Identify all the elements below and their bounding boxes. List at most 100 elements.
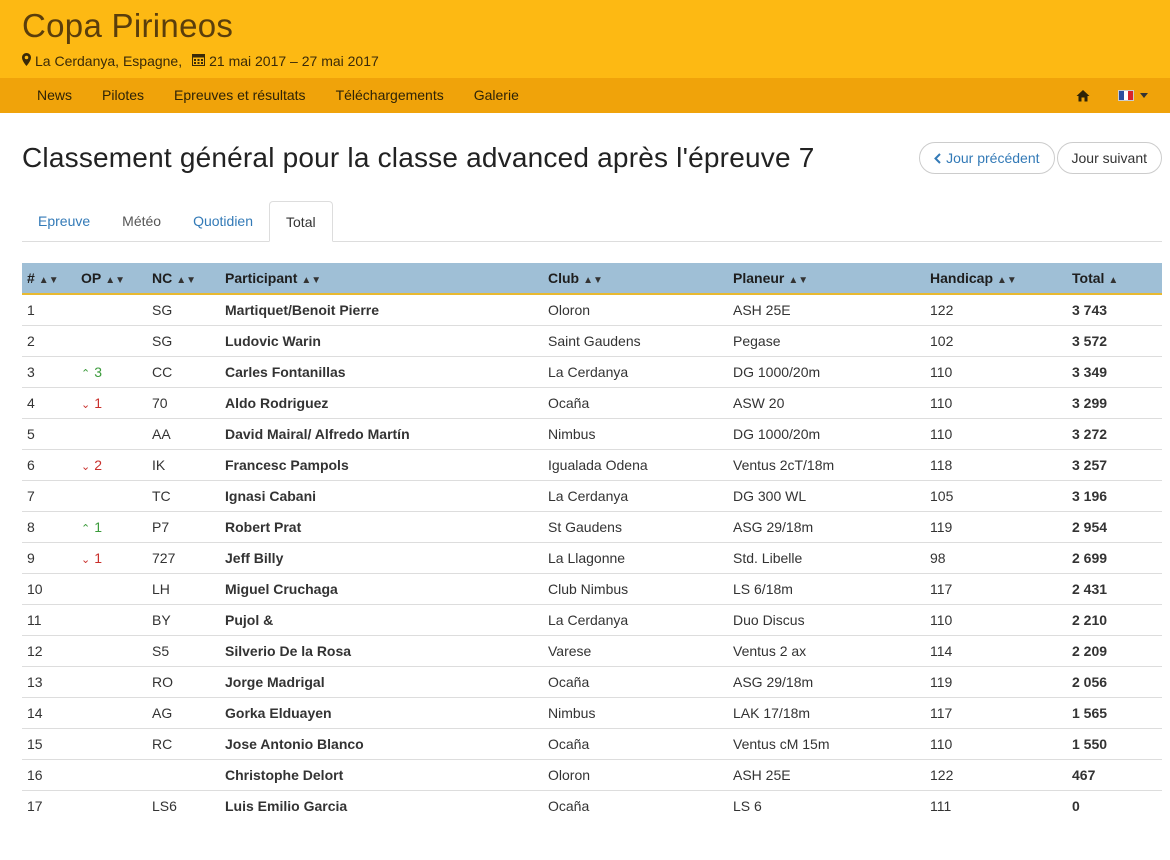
nc-cell: RO xyxy=(147,665,220,697)
chevron-down-icon: ⌄ xyxy=(81,553,91,566)
rank-cell: 12 xyxy=(22,634,76,666)
main-navbar: News Pilotes Epreuves et résultats Téléc… xyxy=(0,78,1170,113)
op-cell xyxy=(76,479,147,511)
participant-cell: Aldo Rodriguez xyxy=(220,386,543,418)
column-header-handicap[interactable]: Handicap ▲▼ xyxy=(925,263,1067,294)
tab-epreuve[interactable]: Epreuve xyxy=(22,201,106,241)
table-row: 10 LH Miguel Cruchaga Club Nimbus LS 6/18m 11… xyxy=(22,572,1162,604)
glider-cell: ASG 29/18m xyxy=(728,510,925,542)
op-cell: ⌄ 1 xyxy=(76,386,147,418)
glider-cell: ASW 20 xyxy=(728,386,925,418)
chevron-down-icon[interactable] xyxy=(1140,93,1148,98)
total-cell: 2 954 xyxy=(1067,510,1162,542)
glider-cell: Ventus 2 ax xyxy=(728,634,925,666)
table-row: 15 RC Jose Antonio Blanco Ocaña Ventus cM 15… xyxy=(22,727,1162,759)
table-row: 16 Christophe Delort Oloron ASH 25E 122 467 xyxy=(22,758,1162,790)
handicap-cell: 114 xyxy=(925,634,1067,666)
nc-cell: 727 xyxy=(147,541,220,573)
column-header-total[interactable]: Total ▲ xyxy=(1067,263,1162,294)
total-cell: 1 550 xyxy=(1067,727,1162,759)
op-cell xyxy=(76,324,147,356)
handicap-cell: 110 xyxy=(925,603,1067,635)
column-header-rank[interactable]: # ▲▼ xyxy=(22,263,76,294)
table-row: 11 BY Pujol & La Cerdanya Duo Discus 110 2 210 xyxy=(22,603,1162,635)
rank-cell: 3 xyxy=(22,355,76,387)
club-cell: Ocaña xyxy=(543,727,728,759)
results-table: # ▲▼ OP ▲▼ NC ▲▼ Participant ▲▼ Club ▲▼ Plane… xyxy=(22,263,1162,821)
op-cell: ⌃ 3 xyxy=(76,355,147,387)
column-header-club[interactable]: Club ▲▼ xyxy=(543,263,728,294)
handicap-cell: 119 xyxy=(925,510,1067,542)
participant-cell: Miguel Cruchaga xyxy=(220,572,543,604)
nc-cell: 70 xyxy=(147,386,220,418)
event-dates: 21 mai 2017 – 27 mai 2017 xyxy=(209,53,379,69)
table-row: 8 ⌃ 1 P7 Robert Prat St Gaudens ASG 29/18m 119 2… xyxy=(22,510,1162,542)
rank-cell: 17 xyxy=(22,789,76,821)
glider-cell: ASG 29/18m xyxy=(728,665,925,697)
total-cell: 3 349 xyxy=(1067,355,1162,387)
club-cell: Oloron xyxy=(543,758,728,790)
table-row: 7 TC Ignasi Cabani La Cerdanya DG 300 WL 105 3… xyxy=(22,479,1162,511)
rank-cell: 15 xyxy=(22,727,76,759)
tab-meteo[interactable]: Météo xyxy=(106,201,177,241)
total-cell: 1 565 xyxy=(1067,696,1162,728)
tabs: Epreuve Météo Quotidien Total xyxy=(22,201,1162,242)
participant-cell: David Mairal/ Alfredo Martín xyxy=(220,417,543,449)
home-icon[interactable] xyxy=(1076,89,1090,103)
language-flag-icon[interactable] xyxy=(1118,90,1134,101)
rank-cell: 10 xyxy=(22,572,76,604)
nc-cell: AA xyxy=(147,417,220,449)
site-header: Copa Pirineos La Cerdanya, Espagne, 21 m… xyxy=(0,0,1170,78)
previous-day-button[interactable]: Jour précédent xyxy=(919,142,1055,174)
participant-cell: Francesc Pampols xyxy=(220,448,543,480)
table-row: 17 LS6 Luis Emilio Garcia Ocaña LS 6 111 0 xyxy=(22,789,1162,821)
handicap-cell: 118 xyxy=(925,448,1067,480)
club-cell: La Cerdanya xyxy=(543,603,728,635)
rank-cell: 11 xyxy=(22,603,76,635)
glider-cell: DG 1000/20m xyxy=(728,355,925,387)
participant-cell: Luis Emilio Garcia xyxy=(220,789,543,821)
rank-cell: 7 xyxy=(22,479,76,511)
table-row: 3 ⌃ 3 CC Carles Fontanillas La Cerdanya DG 100… xyxy=(22,355,1162,387)
table-row: 9 ⌄ 1 727 Jeff Billy La Llagonne Std. Libelle 9… xyxy=(22,541,1162,573)
table-header-row: # ▲▼ OP ▲▼ NC ▲▼ Participant ▲▼ Club ▲▼ Plane… xyxy=(22,263,1162,294)
column-header-planeur[interactable]: Planeur ▲▼ xyxy=(728,263,925,294)
sort-icon: ▲▼ xyxy=(105,275,126,286)
nav-item-pilotes[interactable]: Pilotes xyxy=(87,78,159,113)
position-change: 1 xyxy=(94,549,103,566)
handicap-cell: 110 xyxy=(925,355,1067,387)
nc-cell: LH xyxy=(147,572,220,604)
total-cell: 467 xyxy=(1067,758,1162,790)
nc-cell: SG xyxy=(147,324,220,356)
position-change: 2 xyxy=(94,456,103,473)
next-day-button[interactable]: Jour suivant xyxy=(1056,142,1162,174)
op-cell xyxy=(76,789,147,821)
column-header-op[interactable]: OP ▲▼ xyxy=(76,263,147,294)
op-cell: ⌃ 1 xyxy=(76,510,147,542)
club-cell: Nimbus xyxy=(543,417,728,449)
tab-total[interactable]: Total xyxy=(269,201,333,242)
handicap-cell: 105 xyxy=(925,479,1067,511)
column-header-nc[interactable]: NC ▲▼ xyxy=(147,263,220,294)
tab-quotidien[interactable]: Quotidien xyxy=(177,201,269,241)
participant-cell: Pujol & xyxy=(220,603,543,635)
position-change: 1 xyxy=(94,394,103,411)
chevron-up-icon: ⌃ xyxy=(81,522,91,535)
column-header-participant[interactable]: Participant ▲▼ xyxy=(220,263,543,294)
club-cell: La Cerdanya xyxy=(543,355,728,387)
nav-item-telechargements[interactable]: Téléchargements xyxy=(321,78,459,113)
nav-item-galerie[interactable]: Galerie xyxy=(459,78,534,113)
sort-icon: ▲▼ xyxy=(38,275,59,286)
chevron-left-icon xyxy=(934,152,941,164)
glider-cell: DG 1000/20m xyxy=(728,417,925,449)
op-cell xyxy=(76,665,147,697)
nav-item-epreuves[interactable]: Epreuves et résultats xyxy=(159,78,321,113)
next-day-label: Jour suivant xyxy=(1071,150,1147,166)
nc-cell: S5 xyxy=(147,634,220,666)
table-row: 12 S5 Silverio De la Rosa Varese Ventus 2 ax… xyxy=(22,634,1162,666)
handicap-cell: 102 xyxy=(925,324,1067,356)
nav-item-news[interactable]: News xyxy=(22,78,87,113)
glider-cell: Pegase xyxy=(728,324,925,356)
handicap-cell: 117 xyxy=(925,572,1067,604)
table-row: 14 AG Gorka Elduayen Nimbus LAK 17/18m 117 1 5… xyxy=(22,696,1162,728)
